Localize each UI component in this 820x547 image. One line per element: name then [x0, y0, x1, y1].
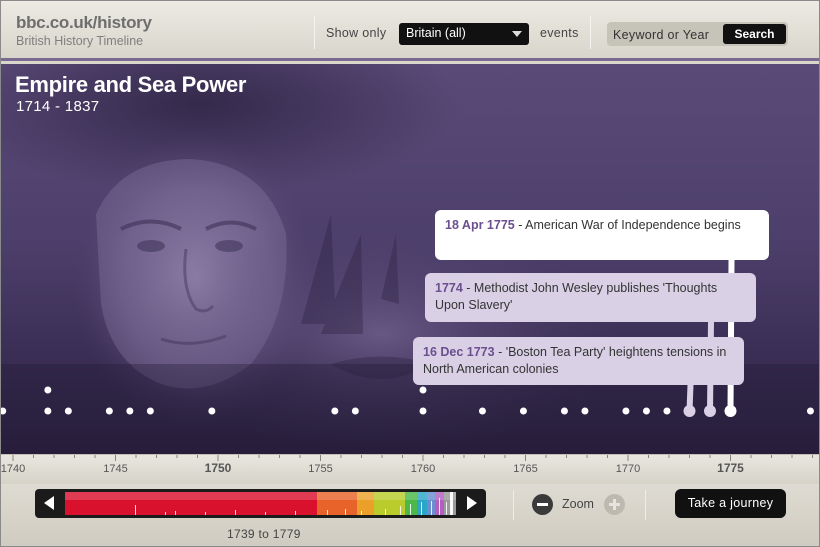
event-dot[interactable]: [419, 407, 427, 415]
scrubber-track[interactable]: [65, 492, 456, 515]
event-dot[interactable]: [560, 407, 568, 415]
event-card-wesley[interactable]: 1774 - Methodist John Wesley publishes '…: [425, 273, 756, 322]
event-date: 16 Dec 1773: [423, 345, 495, 359]
event-dot[interactable]: [683, 405, 696, 417]
search-input[interactable]: [613, 26, 721, 43]
chevron-down-icon: [512, 31, 522, 37]
year-ruler-scale: 1740 1745 1750 1755 1760 1765 1770 1775: [1, 455, 813, 475]
event-text: - American War of Independence begins: [514, 218, 741, 232]
ruler-year-label: 1765: [513, 463, 537, 475]
ruler-year-label: 1750: [205, 461, 232, 475]
era-color-bar: [65, 492, 456, 515]
search-button[interactable]: Search: [723, 24, 786, 44]
event-date: 18 Apr 1775: [445, 218, 515, 232]
footer-divider: [513, 490, 514, 520]
zoom-label: Zoom: [562, 497, 594, 511]
event-dot[interactable]: [208, 407, 216, 415]
event-date: 1774: [435, 281, 463, 295]
take-a-journey-button[interactable]: Take a journey: [675, 489, 786, 518]
visible-range-label: 1739 to 1779: [227, 527, 301, 541]
event-dot[interactable]: [519, 407, 527, 415]
event-dot[interactable]: [105, 407, 113, 415]
event-dot[interactable]: [64, 407, 72, 415]
filter-value: Britain (all): [406, 26, 466, 40]
event-dot[interactable]: [44, 407, 52, 415]
event-dot[interactable]: [478, 407, 486, 415]
ruler-year-label: 1745: [103, 463, 127, 475]
zoom-out-icon[interactable]: [532, 494, 553, 515]
scroll-left-arrow-icon[interactable]: [35, 489, 65, 518]
footer-controls: 1739 to 1779 Zoom Take a journey: [1, 484, 819, 546]
footer-divider: [645, 490, 646, 520]
event-dot[interactable]: [331, 407, 339, 415]
event-text: - Methodist John Wesley publishes 'Thoug…: [435, 281, 718, 312]
event-filter-select[interactable]: Britain (all): [399, 23, 529, 45]
brand[interactable]: bbc.co.uk/history British History Timeli…: [16, 13, 152, 48]
year-ruler[interactable]: 1740 1745 1750 1755 1760 1765 1770 1775: [1, 454, 819, 484]
event-dot[interactable]: [642, 407, 650, 415]
header: bbc.co.uk/history British History Timeli…: [1, 1, 819, 61]
header-divider: [314, 16, 315, 49]
zoom-in-icon[interactable]: [604, 494, 625, 515]
event-dot[interactable]: [622, 407, 630, 415]
ruler-year-label: 1775: [717, 461, 744, 475]
header-divider: [590, 16, 591, 49]
event-dot[interactable]: [146, 407, 154, 415]
event-card-boston-tea-party[interactable]: 16 Dec 1773 - 'Boston Tea Party' heighte…: [413, 337, 744, 385]
event-dot[interactable]: [1, 407, 7, 415]
ruler-year-label: 1770: [616, 463, 640, 475]
timeline-scrubber[interactable]: [35, 489, 486, 518]
event-dot[interactable]: [351, 407, 359, 415]
ruler-year-label: 1755: [308, 463, 332, 475]
site-subtitle: British History Timeline: [16, 34, 144, 48]
event-dot[interactable]: [663, 407, 671, 415]
era-panel: Empire and Sea Power 1714 - 1837 18 Apr …: [1, 64, 819, 454]
show-only-label: Show only: [326, 26, 387, 40]
event-card-american-war[interactable]: 18 Apr 1775 - American War of Independen…: [435, 210, 769, 260]
events-label: events: [540, 26, 579, 40]
site-name[interactable]: bbc.co.uk/history: [16, 13, 152, 33]
event-dot[interactable]: [419, 386, 427, 394]
event-dot[interactable]: [724, 405, 737, 417]
ruler-year-label: 1760: [411, 463, 435, 475]
event-dot[interactable]: [806, 407, 814, 415]
timeline-app: bbc.co.uk/history British History Timeli…: [0, 0, 820, 547]
event-dot[interactable]: [44, 386, 52, 394]
event-dot[interactable]: [126, 407, 134, 415]
event-dot[interactable]: [581, 407, 589, 415]
event-dot[interactable]: [704, 405, 716, 417]
scroll-right-arrow-icon[interactable]: [456, 489, 486, 518]
ruler-year-label: 1740: [1, 463, 25, 475]
